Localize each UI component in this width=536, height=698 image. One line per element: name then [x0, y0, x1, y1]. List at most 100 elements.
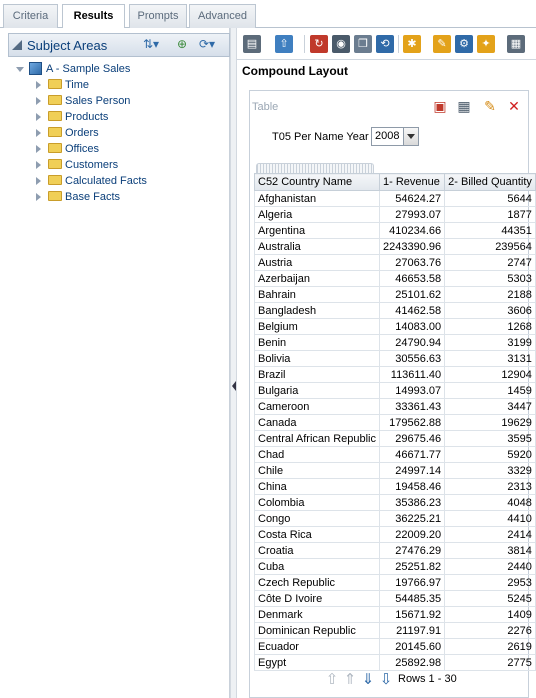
tree-folder-time[interactable]: Time [36, 77, 147, 93]
table-row: Czech Republic 19766.97 2953 [253, 574, 536, 591]
refresh-icon[interactable]: ↻ [310, 35, 328, 53]
tab-criteria[interactable]: Criteria [3, 4, 58, 28]
prev-page-icon[interactable]: ⇑ [342, 671, 358, 689]
tree-folder-customers[interactable]: Customers [36, 157, 147, 173]
billed-quantity-cell: 1877 [444, 206, 536, 223]
country-cell: Croatia [253, 542, 381, 559]
properties-icon[interactable]: ⚙ [455, 35, 473, 53]
collapse-left-icon[interactable] [232, 381, 236, 391]
table-row: Austria 27063.76 2747 [253, 254, 536, 271]
refresh-icon[interactable]: ⟳▾ [199, 37, 215, 51]
table-row: Côte D Ivoire 54485.35 5245 [253, 590, 536, 607]
table-row: Bangladesh 41462.58 3606 [253, 302, 536, 319]
table-row: Cuba 25251.82 2440 [253, 558, 536, 575]
folder-label: Sales Person [65, 95, 131, 107]
expand-icon[interactable] [36, 81, 41, 90]
expand-icon[interactable] [36, 97, 41, 106]
folder-icon [48, 159, 62, 170]
column-header[interactable]: 2- Billed Quantity [444, 173, 536, 191]
country-cell: Central African Republic [253, 430, 381, 447]
billed-quantity-cell: 2440 [444, 558, 536, 575]
tree-folder-calculated-facts[interactable]: Calculated Facts [36, 173, 147, 189]
chevron-down-icon[interactable] [403, 128, 418, 145]
table-row: Argentina 410234.66 44351 [253, 222, 536, 239]
expand-icon[interactable] [36, 145, 41, 154]
results-toolbar: ▤ ⇧ ↻ ◉ ❐ ⟲ ✱ ✎ ⚙ ✦ ▦ [237, 28, 536, 60]
expand-icon[interactable] [36, 177, 41, 186]
revenue-cell: 27993.07 [379, 206, 446, 223]
last-page-icon[interactable]: ⇩ [378, 671, 394, 689]
new-view-icon[interactable]: ✱ [403, 35, 421, 53]
collapse-pane-icon[interactable] [12, 40, 22, 50]
tree-folder-products[interactable]: Products [36, 109, 147, 125]
revenue-cell: 27063.76 [379, 254, 446, 271]
subject-area-tree: A - Sample Sales Time Sales Person Produ… [16, 61, 147, 205]
print-icon[interactable]: ▤ [243, 35, 261, 53]
export-icon[interactable]: ⇧ [275, 35, 293, 53]
table-row: Canada 179562.88 19629 [253, 414, 536, 431]
table-icon[interactable]: ▦ [456, 98, 472, 114]
folder-label: Products [65, 111, 109, 123]
settings-icon[interactable]: ✦ [477, 35, 495, 53]
billed-quantity-cell: 12904 [444, 366, 536, 383]
revenue-cell: 14993.07 [379, 382, 446, 399]
format-icon[interactable]: ▣ [432, 98, 448, 114]
edit-icon[interactable]: ✎ [433, 35, 451, 53]
country-cell: Denmark [253, 606, 381, 623]
country-cell: Cuba [253, 558, 381, 575]
table-icon[interactable]: ▦ [507, 35, 525, 53]
delete-icon[interactable]: ✕ [506, 98, 522, 114]
billed-quantity-cell: 4048 [444, 494, 536, 511]
expand-icon[interactable] [36, 113, 41, 122]
revenue-cell: 179562.88 [379, 414, 446, 431]
revenue-cell: 46671.77 [379, 446, 446, 463]
tab-prompts[interactable]: Prompts [129, 4, 187, 28]
subject-areas-header: Subject Areas ⇅▾ ⊕ ⟳▾ [8, 33, 230, 57]
section-title: Compound Layout [242, 64, 348, 78]
expand-icon[interactable] [36, 161, 41, 170]
tree-root[interactable]: A - Sample Sales [16, 61, 147, 77]
country-cell: Benin [253, 334, 381, 351]
tab-bar: Criteria Results Prompts Advanced [0, 0, 536, 29]
sort-icon[interactable]: ⇅▾ [143, 37, 159, 51]
sync-icon[interactable]: ⟲ [376, 35, 394, 53]
add-subject-area-icon[interactable]: ⊕ [177, 37, 187, 51]
table-header-row: C52 Country Name 1- Revenue 2- Billed Qu… [253, 173, 536, 191]
edit-pencil-icon[interactable]: ✎ [482, 98, 498, 114]
tree-folder-offices[interactable]: Offices [36, 141, 147, 157]
table-row: Costa Rica 22009.20 2414 [253, 526, 536, 543]
revenue-cell: 24790.94 [379, 334, 446, 351]
next-page-icon[interactable]: ⇓ [360, 671, 376, 689]
preview-icon[interactable]: ◉ [332, 35, 350, 53]
revenue-cell: 410234.66 [379, 222, 446, 239]
revenue-cell: 27476.29 [379, 542, 446, 559]
revenue-cell: 41462.58 [379, 302, 446, 319]
pane-splitter[interactable] [230, 28, 237, 698]
column-header[interactable]: 1- Revenue [379, 173, 446, 191]
tab-advanced[interactable]: Advanced [189, 4, 256, 28]
folder-icon [48, 79, 62, 90]
tree-folder-base-facts[interactable]: Base Facts [36, 189, 147, 205]
revenue-cell: 54485.35 [379, 590, 446, 607]
year-select[interactable]: 2008 [371, 127, 419, 146]
country-cell: Congo [253, 510, 381, 527]
folder-label: Offices [65, 143, 100, 155]
expand-icon[interactable] [36, 129, 41, 138]
billed-quantity-cell: 3199 [444, 334, 536, 351]
tree-folder-sales-person[interactable]: Sales Person [36, 93, 147, 109]
copy-icon[interactable]: ❐ [354, 35, 372, 53]
billed-quantity-cell: 1409 [444, 606, 536, 623]
column-header[interactable]: C52 Country Name [253, 173, 381, 191]
expand-icon[interactable] [16, 66, 24, 72]
folder-label: Customers [65, 159, 119, 171]
expand-icon[interactable] [36, 193, 41, 202]
country-cell: Argentina [253, 222, 381, 239]
table-drag-handle[interactable] [256, 163, 374, 173]
first-page-icon[interactable]: ⇧ [324, 671, 340, 689]
tree-folder-orders[interactable]: Orders [36, 125, 147, 141]
folder-icon [48, 191, 62, 202]
country-cell: Australia [253, 238, 381, 255]
table-row: Chad 46671.77 5920 [253, 446, 536, 463]
tab-results[interactable]: Results [62, 4, 125, 29]
billed-quantity-cell: 3447 [444, 398, 536, 415]
